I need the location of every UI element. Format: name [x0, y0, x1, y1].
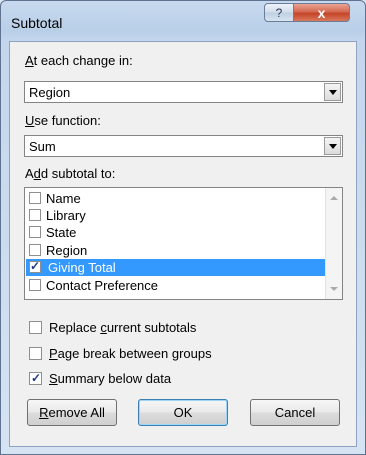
change-in-value: Region	[29, 85, 71, 100]
list-item-selected[interactable]: ✓ Giving Total	[26, 259, 325, 276]
chevron-down-icon	[328, 143, 337, 149]
scroll-up-icon[interactable]	[330, 196, 338, 200]
use-function-combobox[interactable]: Sum	[24, 135, 343, 157]
checkmark-icon: ✓	[31, 371, 42, 385]
help-button[interactable]: ?	[264, 3, 294, 22]
use-function-label: Use function:	[25, 113, 101, 128]
listbox-scrollbar[interactable]	[325, 188, 342, 299]
list-item[interactable]: Library	[26, 207, 325, 224]
list-item[interactable]: Contact Preference	[26, 277, 325, 294]
close-button[interactable]: x	[293, 3, 350, 22]
list-item-checkbox[interactable]	[29, 244, 41, 256]
dialog-body: At each change in: Region Use function: …	[9, 41, 357, 447]
change-in-combobox[interactable]: Region	[24, 81, 343, 103]
title-bar[interactable]: Subtotal ? x	[1, 1, 365, 41]
change-in-dropdown-button[interactable]	[324, 83, 341, 101]
add-subtotal-listbox[interactable]: Name Library State Region ✓ Giving Total	[24, 187, 343, 300]
list-item[interactable]: State	[26, 224, 325, 241]
ok-button[interactable]: OK	[138, 399, 228, 426]
add-subtotal-label: Add subtotal to:	[25, 166, 116, 181]
remove-all-button[interactable]: Remove All	[27, 399, 117, 426]
scroll-down-icon[interactable]	[330, 287, 338, 291]
change-in-label: At each change in:	[25, 53, 133, 68]
dialog-title: Subtotal	[11, 15, 63, 31]
chevron-down-icon	[328, 89, 337, 95]
close-icon: x	[317, 4, 326, 21]
list-item-checkbox[interactable]	[29, 209, 41, 221]
checkmark-icon: ✓	[30, 259, 41, 273]
summary-below-data-checkbox[interactable]: ✓	[29, 371, 42, 385]
cancel-button[interactable]: Cancel	[250, 399, 340, 426]
page-break-checkbox[interactable]	[29, 347, 42, 360]
list-item-checkbox[interactable]	[29, 279, 41, 291]
use-function-dropdown-button[interactable]	[324, 137, 341, 155]
list-item-checkbox[interactable]	[29, 226, 41, 238]
list-item[interactable]: Region	[26, 242, 325, 259]
help-icon: ?	[275, 5, 283, 20]
subtotal-dialog: Subtotal ? x At each change in: Region U…	[0, 0, 366, 455]
replace-current-subtotals-checkbox[interactable]	[29, 321, 42, 334]
list-item-checkbox[interactable]	[29, 192, 41, 204]
list-item-checkbox[interactable]: ✓	[29, 259, 41, 273]
list-item[interactable]: Name	[26, 190, 325, 207]
use-function-value: Sum	[29, 139, 56, 154]
